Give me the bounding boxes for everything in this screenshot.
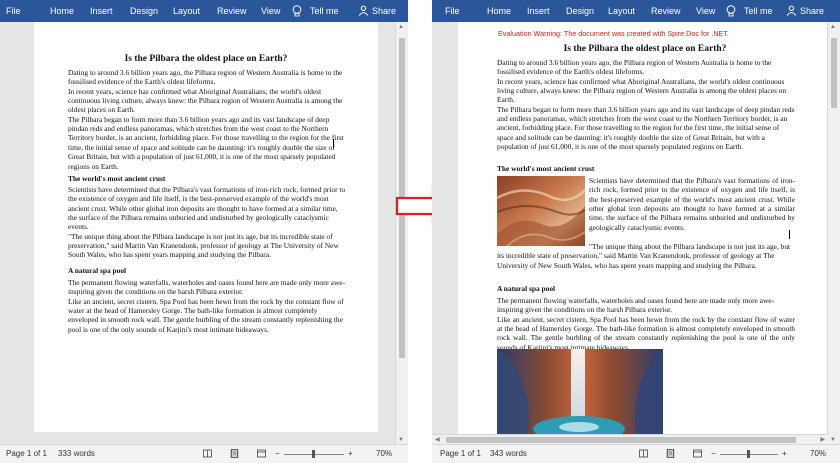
heading-ancient-crust: The world's most ancient crust (497, 164, 595, 173)
print-layout-icon[interactable] (230, 449, 239, 458)
read-mode-icon[interactable] (639, 449, 648, 458)
status-bar: Page 1 of 1 343 words − + 70% (432, 444, 840, 463)
paragraph-6: The permanent flowing waterfalls, waterh… (68, 278, 346, 297)
scroll-thumb[interactable] (831, 38, 837, 108)
right-word-window: File Home Insert Design Layout Review Vi… (432, 0, 840, 463)
lightbulb-icon[interactable] (724, 4, 738, 18)
tell-me-search[interactable]: Tell me (310, 6, 339, 16)
heading-spa-pool: A natural spa pool (68, 266, 127, 275)
paragraph-1: Dating to around 3.6 billion years ago, … (68, 68, 343, 87)
tab-insert[interactable]: Insert (527, 6, 550, 16)
paragraph-7: Like an ancient, secret cistern, Spa Poo… (497, 314, 795, 352)
tab-home[interactable]: Home (50, 6, 74, 16)
paragraph-7: Like an ancient, secret cistern, Spa Poo… (68, 296, 344, 334)
text-cursor (789, 230, 790, 239)
document-page[interactable]: Evaluation Warning: The document was cre… (458, 22, 828, 435)
scroll-right-arrow[interactable]: ▶ (820, 436, 825, 443)
lightbulb-icon[interactable] (290, 4, 304, 18)
zoom-level[interactable]: 70% (810, 449, 826, 458)
tell-me-search[interactable]: Tell me (744, 6, 773, 16)
document-page[interactable]: Is the Pilbara the oldest place on Earth… (34, 22, 378, 432)
tab-design[interactable]: Design (130, 6, 158, 16)
vertical-scrollbar[interactable]: ▲ ▼ (395, 22, 408, 445)
waterfall-image[interactable] (497, 349, 663, 435)
word-count[interactable]: 333 words (58, 449, 95, 458)
paragraph-5: "The unique thing about the Pilbara land… (497, 242, 791, 270)
scroll-up-arrow[interactable]: ▲ (398, 24, 404, 30)
scroll-down-arrow[interactable]: ▼ (830, 437, 836, 443)
paragraph-2: In recent years, science has confirmed w… (497, 76, 787, 105)
vertical-scrollbar[interactable]: ▲ ▼ (827, 22, 840, 445)
doc-title: Is the Pilbara the oldest place on Earth… (124, 54, 288, 64)
share-button[interactable]: Share (372, 6, 396, 16)
zoom-slider-thumb[interactable] (747, 450, 750, 458)
word-count[interactable]: 343 words (490, 449, 527, 458)
rock-image[interactable] (497, 176, 585, 246)
zoom-in-button[interactable]: + (348, 449, 353, 458)
tab-view[interactable]: View (696, 6, 715, 16)
document-area: Is the Pilbara the oldest place on Earth… (0, 22, 396, 445)
web-layout-icon[interactable] (693, 449, 702, 458)
zoom-slider-thumb[interactable] (312, 450, 315, 458)
document-area: Evaluation Warning: The document was cre… (432, 22, 828, 435)
tab-review[interactable]: Review (651, 6, 681, 16)
scroll-down-arrow[interactable]: ▼ (398, 437, 404, 443)
tab-layout[interactable]: Layout (173, 6, 200, 16)
tab-review[interactable]: Review (217, 6, 247, 16)
page-count[interactable]: Page 1 of 1 (440, 449, 481, 458)
share-person-icon[interactable] (358, 5, 369, 16)
paragraph-3: The Pilbara began to form more than 3.6 … (497, 104, 795, 152)
zoom-out-button[interactable]: − (275, 449, 280, 458)
scroll-left-arrow[interactable]: ◀ (435, 436, 440, 443)
left-word-window: File Home Insert Design Layout Review Vi… (0, 0, 408, 463)
page-count[interactable]: Page 1 of 1 (6, 449, 47, 458)
zoom-in-button[interactable]: + (782, 449, 787, 458)
zoom-level[interactable]: 70% (376, 449, 392, 458)
heading-spa-pool: A natural spa pool (497, 284, 556, 293)
zoom-out-button[interactable]: − (711, 449, 716, 458)
paragraph-6: The permanent flowing waterfalls, waterh… (497, 296, 775, 315)
paragraph-1: Dating to around 3.6 billion years ago, … (497, 58, 772, 77)
paragraph-4: Scientists have determined that the Pilb… (589, 176, 795, 232)
print-layout-icon[interactable] (666, 449, 675, 458)
scroll-up-arrow[interactable]: ▲ (830, 24, 836, 30)
evaluation-warning: Evaluation Warning: The document was cre… (498, 29, 729, 38)
read-mode-icon[interactable] (203, 449, 212, 458)
tab-file[interactable]: File (6, 6, 21, 16)
share-button[interactable]: Share (800, 6, 824, 16)
tab-home[interactable]: Home (487, 6, 511, 16)
paragraph-5: "The unique thing about the Pilbara land… (68, 231, 339, 260)
paragraph-4: Scientists have determined that the Pilb… (68, 185, 346, 232)
share-person-icon[interactable] (786, 5, 797, 16)
tab-file[interactable]: File (445, 6, 460, 16)
tab-design[interactable]: Design (566, 6, 594, 16)
web-layout-icon[interactable] (257, 449, 266, 458)
tab-layout[interactable]: Layout (608, 6, 635, 16)
paragraph-2: In recent years, science has confirmed w… (68, 86, 343, 115)
ribbon-tabs: File Home Insert Design Layout Review Vi… (432, 0, 840, 22)
doc-title: Is the Pilbara the oldest place on Earth… (563, 44, 727, 54)
tab-insert[interactable]: Insert (90, 6, 113, 16)
heading-ancient-crust: The world's most ancient crust (68, 174, 166, 183)
status-bar: Page 1 of 1 333 words − + 70% (0, 444, 408, 463)
paragraph-3: The Pilbara began to form more than 3.6 … (68, 114, 344, 171)
text-cursor (333, 139, 334, 148)
tab-view[interactable]: View (261, 6, 280, 16)
hscroll-thumb[interactable] (446, 437, 796, 443)
ribbon-tabs: File Home Insert Design Layout Review Vi… (0, 0, 408, 22)
